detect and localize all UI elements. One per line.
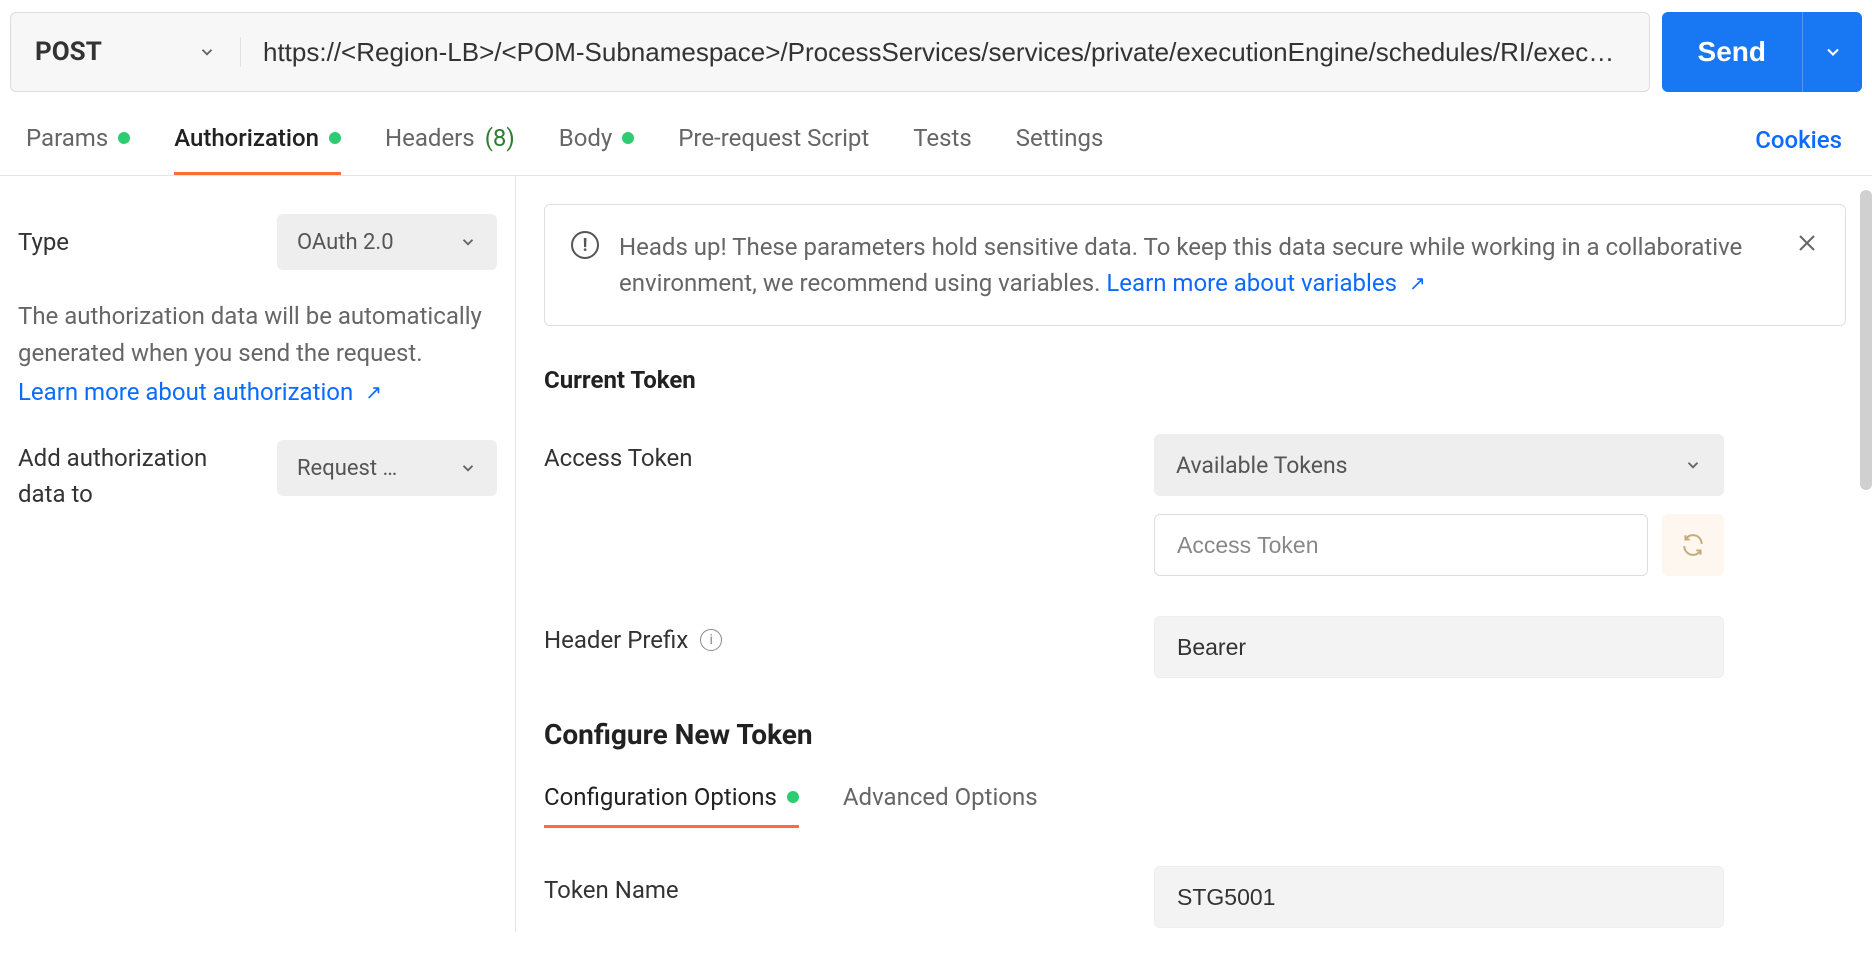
chevron-down-icon [1684,456,1702,474]
subtab-advanced-options[interactable]: Advanced Options [843,769,1038,828]
close-icon[interactable] [1795,231,1819,261]
auth-type-value: OAuth 2.0 [297,230,394,255]
learn-variables-link[interactable]: Learn more about variables [1106,265,1425,301]
content-area: Type OAuth 2.0 The authorization data wi… [0,176,1872,932]
chevron-down-icon [198,43,216,61]
vertical-scrollbar[interactable] [1860,190,1872,490]
access-token-label: Access Token [544,434,1154,472]
status-dot-icon [622,132,634,144]
tab-count: (8) [485,124,515,152]
header-prefix-label: Header Prefix [544,626,688,654]
info-icon[interactable]: i [700,629,722,651]
tab-label: Body [559,124,613,152]
alert-text: Heads up! These parameters hold sensitiv… [619,229,1775,301]
warning-icon: ! [571,231,599,259]
token-name-label: Token Name [544,866,1154,904]
available-tokens-value: Available Tokens [1176,452,1348,479]
tab-tests[interactable]: Tests [913,104,972,175]
chevron-down-icon [459,233,477,251]
header-prefix-row: Header Prefix i [544,616,1846,678]
request-bar: POST Send [0,0,1872,104]
auth-type-select[interactable]: OAuth 2.0 [277,214,497,270]
subtab-label: Configuration Options [544,783,777,811]
tab-label: Tests [913,124,972,152]
chevron-down-icon [1823,42,1843,62]
configure-token-heading: Configure New Token [544,718,1846,751]
status-dot-icon [787,791,799,803]
method-url-group: POST [10,12,1650,92]
auth-help-text: The authorization data will be automatic… [18,298,497,372]
tab-params[interactable]: Params [26,104,130,175]
learn-authorization-link[interactable]: Learn more about authorization [18,378,382,406]
send-button-group: Send [1662,12,1862,92]
send-button[interactable]: Send [1662,12,1802,92]
sensitive-data-alert: ! Heads up! These parameters hold sensit… [544,204,1846,326]
access-token-row: Access Token Available Tokens [544,434,1846,576]
tabs-list: Params Authorization Headers (8) Body Pr… [26,104,1103,175]
http-method-value: POST [35,37,102,67]
tab-label: Authorization [174,124,319,152]
request-tabs: Params Authorization Headers (8) Body Pr… [0,104,1872,176]
tab-label: Settings [1016,124,1104,152]
token-name-row: Token Name [544,866,1846,928]
tab-settings[interactable]: Settings [1016,104,1104,175]
available-tokens-select[interactable]: Available Tokens [1154,434,1724,496]
current-token-heading: Current Token [544,366,1846,394]
cookies-link[interactable]: Cookies [1751,106,1846,174]
auth-main: ! Heads up! These parameters hold sensit… [516,176,1872,932]
url-input[interactable] [241,13,1649,91]
chevron-down-icon [459,459,477,477]
refresh-token-button[interactable] [1662,514,1724,576]
access-token-input[interactable] [1177,532,1625,559]
add-auth-to-label: Add authorization data to [18,440,248,512]
add-auth-to-value: Request … [297,456,397,481]
access-token-field-wrapper [1154,514,1648,576]
tab-label: Params [26,124,108,152]
configure-subtabs: Configuration Options Advanced Options [544,769,1846,828]
token-name-input[interactable] [1177,884,1701,911]
subtab-configuration-options[interactable]: Configuration Options [544,769,799,828]
status-dot-icon [118,132,130,144]
status-dot-icon [329,132,341,144]
tab-prerequest[interactable]: Pre-request Script [678,104,869,175]
token-name-field-wrapper [1154,866,1724,928]
header-prefix-field-wrapper [1154,616,1724,678]
subtab-label: Advanced Options [843,783,1038,811]
tab-body[interactable]: Body [559,104,635,175]
http-method-select[interactable]: POST [11,37,241,67]
auth-type-label: Type [18,228,69,256]
send-options-button[interactable] [1802,12,1862,92]
add-auth-to-select[interactable]: Request … [277,440,497,496]
tab-label: Pre-request Script [678,124,869,152]
tab-label: Headers [385,124,475,152]
tab-headers[interactable]: Headers (8) [385,104,515,175]
header-prefix-input[interactable] [1177,634,1701,661]
tab-authorization[interactable]: Authorization [174,104,341,175]
auth-sidebar: Type OAuth 2.0 The authorization data wi… [0,176,516,932]
